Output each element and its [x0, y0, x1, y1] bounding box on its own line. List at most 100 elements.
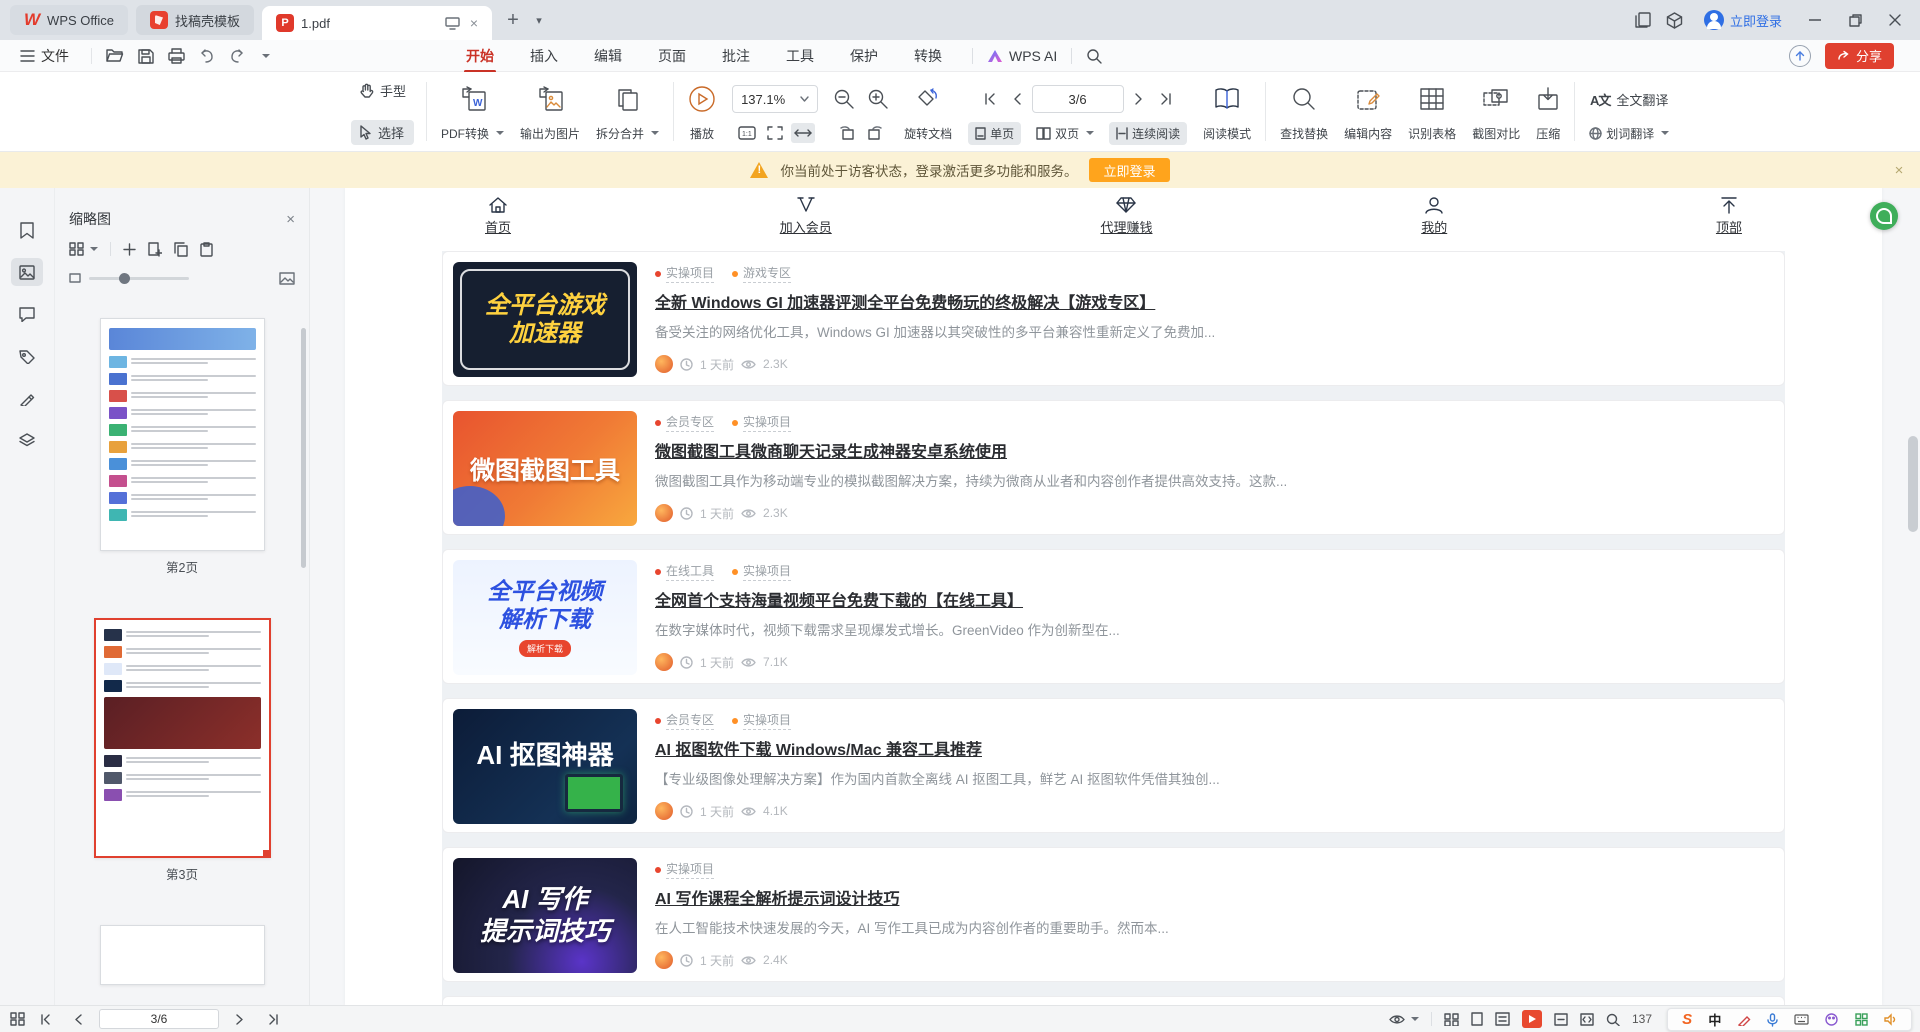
ime-brush-icon[interactable] [1738, 1013, 1751, 1026]
actual-size-button[interactable]: 1:1 [735, 123, 759, 143]
cloud-upload-icon[interactable] [1789, 45, 1811, 67]
nav-link-membership[interactable]: 加入会员 [780, 196, 832, 236]
tab-tools[interactable]: 工具 [770, 41, 830, 71]
find-replace-button[interactable]: 查找替换 [1272, 76, 1336, 147]
tab-screen-icon[interactable] [445, 17, 460, 30]
new-tab-button[interactable]: + [500, 7, 526, 33]
input-method-bar[interactable]: S 中 [1667, 1008, 1912, 1031]
article-thumbnail[interactable]: AI 抠图神器 [453, 709, 637, 824]
grid-view-icon[interactable] [1444, 1013, 1459, 1026]
article-thumbnail[interactable]: 全平台游戏 加速器 [453, 262, 637, 377]
export-image-button[interactable]: 输出为图片 [512, 76, 588, 147]
tab-page[interactable]: 页面 [642, 41, 702, 71]
article-card[interactable]: 全平台视频 解析下载 解析下载 在线工具 实操项目 全网首个支持海量视频平台免费… [442, 549, 1785, 684]
next-page-button[interactable] [229, 1007, 251, 1031]
tab-insert[interactable]: 插入 [514, 41, 574, 71]
article-tag[interactable]: 实操项目 [655, 860, 714, 879]
nav-link-agent-earn[interactable]: 代理赚钱 [1100, 196, 1152, 236]
slider-handle[interactable] [119, 273, 130, 284]
select-tool-button[interactable]: 选择 [351, 120, 414, 145]
first-page-button[interactable] [35, 1007, 57, 1031]
copy-page-button[interactable] [174, 242, 188, 257]
toolbox-grid-icon[interactable] [1855, 1013, 1868, 1026]
tab-protect[interactable]: 保护 [834, 41, 894, 71]
rotate-left-icon[interactable] [839, 126, 855, 140]
article-card[interactable]: 微图截图工具 会员专区 实操项目 微图截图工具微商聊天记录生成神器安卓系统使用 … [442, 400, 1785, 535]
article-tag[interactable]: 实操项目 [732, 562, 791, 581]
tab-docer-template[interactable]: 找稿壳模板 [136, 5, 254, 35]
nav-link-top[interactable]: 顶部 [1716, 196, 1742, 236]
article-tag[interactable]: 实操项目 [732, 413, 791, 432]
panel-scrollbar[interactable] [301, 328, 306, 568]
annotate-pen-button[interactable] [11, 384, 43, 412]
zoom-select[interactable]: 137.1% [732, 85, 818, 113]
thumbnails-panel-button[interactable] [11, 258, 43, 286]
article-tag[interactable]: 游戏专区 [732, 264, 791, 283]
paste-page-button[interactable] [200, 242, 213, 257]
nav-link-home[interactable]: 首页 [485, 196, 511, 236]
article-card[interactable]: AI 抠图神器 会员专区 实操项目 AI 抠图软件下载 Windows/Mac … [442, 698, 1785, 833]
article-card[interactable]: 实操项目 虚拟资源 [442, 996, 1785, 1005]
tab-edit[interactable]: 编辑 [578, 41, 638, 71]
continuous-read-button[interactable]: 连续阅读 [1109, 122, 1187, 145]
article-thumbnail[interactable]: 微图截图工具 [453, 411, 637, 526]
thumbnail-size-slider[interactable] [89, 277, 189, 280]
double-page-button[interactable]: 双页 [1029, 122, 1101, 145]
next-page-button[interactable] [1128, 87, 1150, 111]
compress-button[interactable]: 压缩 [1528, 76, 1568, 147]
tab-document-pdf[interactable]: P 1.pdf × [262, 6, 492, 40]
page-thumbnail-3-selected[interactable] [94, 618, 271, 858]
last-page-button[interactable] [1154, 87, 1176, 111]
article-thumbnail[interactable]: AI 写作 提示词技巧 [453, 858, 637, 973]
document-scrollbar[interactable] [1908, 436, 1918, 532]
login-now-button[interactable]: 立即登录 [1704, 10, 1782, 30]
prev-page-button[interactable] [1006, 87, 1028, 111]
restore-button[interactable] [1838, 5, 1872, 35]
zoom-tool-icon[interactable] [1606, 1013, 1620, 1026]
fit-window-icon[interactable] [1554, 1013, 1568, 1026]
open-folder-icon[interactable] [106, 48, 124, 63]
article-thumbnail[interactable]: 全平台视频 解析下载 解析下载 [453, 560, 637, 675]
keyboard-icon[interactable] [1794, 1014, 1809, 1025]
wps-ai-button[interactable]: WPS AI [987, 48, 1057, 64]
article-tag[interactable]: 实操项目 [655, 264, 714, 283]
article-title-link[interactable]: AI 写作课程全解析提示词设计技巧 [655, 885, 899, 909]
file-menu-button[interactable]: 文件 [12, 46, 77, 66]
prev-page-button[interactable] [67, 1007, 89, 1031]
add-page-button[interactable] [123, 243, 136, 256]
ime-logo[interactable]: S [1682, 1011, 1692, 1028]
reader-view-icon[interactable] [1495, 1012, 1510, 1026]
article-tag[interactable]: 会员专区 [655, 413, 714, 432]
tab-close-icon[interactable]: × [470, 15, 478, 31]
rotate-document-button[interactable]: 旋转文档 [896, 76, 960, 147]
single-page-button[interactable]: 单页 [968, 122, 1021, 145]
fit-width-button[interactable] [791, 123, 815, 143]
table-recognize-button[interactable]: 识别表格 [1400, 76, 1464, 147]
article-tag[interactable]: 实操项目 [732, 711, 791, 730]
sound-icon[interactable] [1884, 1013, 1897, 1026]
apps-cube-icon[interactable] [1662, 7, 1688, 33]
thumbnail-layout-dropdown[interactable] [69, 242, 98, 256]
eye-protect-dropdown[interactable] [1389, 1014, 1419, 1025]
edit-content-button[interactable]: 编辑内容 [1336, 76, 1400, 147]
zoom-in-icon[interactable] [868, 89, 888, 109]
article-title-link[interactable]: AI 抠图软件下载 Windows/Mac 兼容工具推荐 [655, 736, 982, 760]
word-translate-button[interactable]: 划词翻译 [1589, 121, 1669, 145]
first-page-button[interactable] [980, 87, 1002, 111]
page-thumbnail-2[interactable] [100, 318, 265, 551]
notice-login-button[interactable]: 立即登录 [1089, 158, 1169, 182]
tab-annotate[interactable]: 批注 [706, 41, 766, 71]
autoplay-button[interactable] [1522, 1010, 1542, 1028]
read-mode-button[interactable]: 阅读模式 [1195, 76, 1259, 147]
full-translate-button[interactable]: A文 全文翻译 [1590, 78, 1668, 120]
page-organize-icon[interactable] [10, 1012, 25, 1026]
panel-close-icon[interactable]: × [286, 211, 295, 228]
minimize-button[interactable] [1798, 5, 1832, 35]
tab-wps-home[interactable]: W WPS Office [10, 5, 128, 35]
article-title-link[interactable]: 微图截图工具微商聊天记录生成神器安卓系统使用 [655, 438, 1007, 462]
microphone-icon[interactable] [1767, 1013, 1778, 1027]
layers-panel-button[interactable] [11, 426, 43, 454]
bookmarks-panel-button[interactable] [11, 216, 43, 244]
page-thumbnail-4[interactable] [100, 925, 265, 985]
page-number-input[interactable]: 3/6 [1032, 85, 1124, 113]
